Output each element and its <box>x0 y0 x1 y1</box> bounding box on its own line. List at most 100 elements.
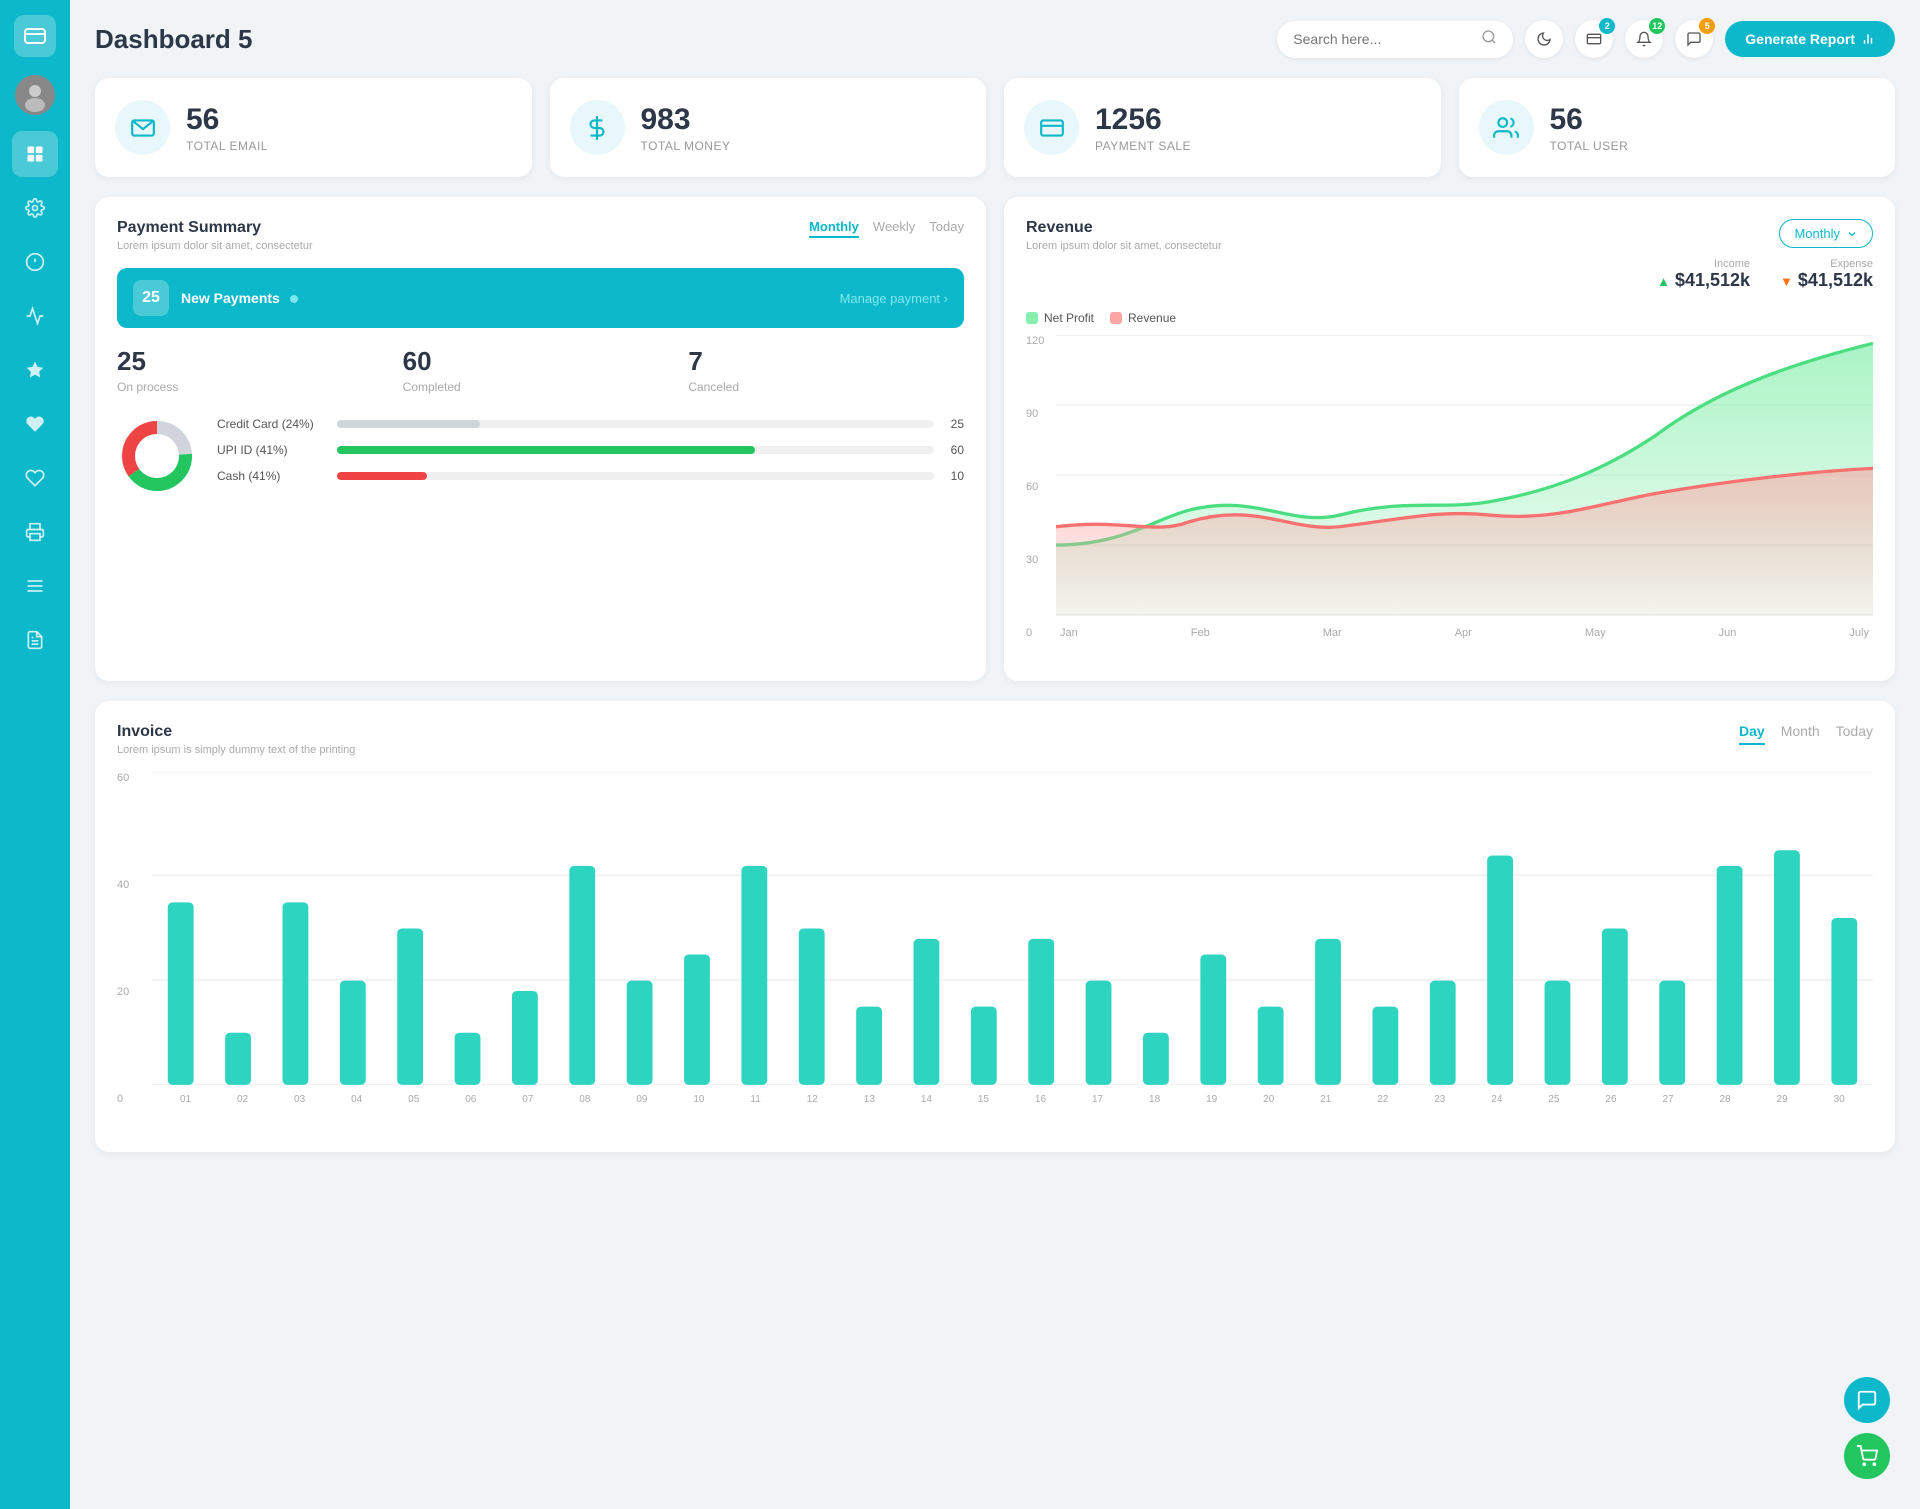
payment-bars: Credit Card (24%) 25 UPI ID (41%) 60 <box>217 417 964 495</box>
completed-label: Completed <box>403 380 679 394</box>
metrics-row: 25 On process 60 Completed 7 Canceled <box>117 346 964 394</box>
sidebar-item-docs[interactable] <box>12 617 58 663</box>
on-process-label: On process <box>117 380 393 394</box>
pm-upi-value: 60 <box>944 443 964 457</box>
expense-value: ▼ $41,512k <box>1780 270 1873 291</box>
donut-chart <box>117 416 197 496</box>
sidebar-item-menu[interactable] <box>12 563 58 609</box>
bar-x-label: 03 <box>294 1094 305 1105</box>
bar-x-label: 02 <box>237 1094 248 1105</box>
stat-money-info: 983 TOTAL MONEY <box>641 103 731 153</box>
bar-x-label: 07 <box>522 1094 533 1105</box>
stat-money-number: 983 <box>641 103 731 137</box>
bar-x-label: 15 <box>978 1094 989 1105</box>
revenue-header: Revenue Lorem ipsum dolor sit amet, cons… <box>1026 219 1873 299</box>
manage-payment-link[interactable]: Manage payment › <box>840 291 948 306</box>
revenue-svg <box>1056 335 1873 618</box>
revenue-titles: Revenue Lorem ipsum dolor sit amet, cons… <box>1026 219 1222 252</box>
chat-button[interactable]: 5 <box>1675 20 1713 58</box>
stat-email-label: TOTAL EMAIL <box>186 139 268 153</box>
invoice-x-labels: 0102030405060708091011121314151617181920… <box>152 1094 1873 1105</box>
metric-completed: 60 Completed <box>403 346 679 394</box>
invoice-subtitle: Lorem ipsum is simply dummy text of the … <box>117 744 355 756</box>
payment-methods: Credit Card (24%) 25 UPI ID (41%) 60 <box>117 416 964 496</box>
generate-report-label: Generate Report <box>1745 31 1855 47</box>
middle-row: Payment Summary Lorem ipsum dolor sit am… <box>95 197 1895 681</box>
revenue-subtitle: Lorem ipsum dolor sit amet, consectetur <box>1026 240 1222 252</box>
revenue-monthly-btn[interactable]: Monthly <box>1779 219 1873 248</box>
pm-creditcard-bar <box>337 420 480 428</box>
support-float-button[interactable] <box>1844 1377 1890 1423</box>
revenue-card: Revenue Lorem ipsum dolor sit amet, cons… <box>1004 197 1895 681</box>
invoice-svg <box>152 772 1873 1085</box>
sidebar-item-dashboard[interactable] <box>12 131 58 177</box>
sidebar-item-analytics[interactable] <box>12 293 58 339</box>
notification-badge: 12 <box>1649 18 1665 34</box>
revenue-title: Revenue <box>1026 219 1222 237</box>
income-block: Income ▲ $41,512k <box>1657 258 1750 291</box>
legend-netprofit-label: Net Profit <box>1044 311 1094 325</box>
invoice-titles: Invoice Lorem ipsum is simply dummy text… <box>117 723 355 756</box>
canceled-number: 7 <box>688 346 964 377</box>
new-payments-count: 25 <box>133 280 169 316</box>
sidebar <box>0 0 70 1509</box>
stat-user-label: TOTAL USER <box>1550 139 1629 153</box>
invoice-tab-today[interactable]: Today <box>1836 723 1873 745</box>
sidebar-item-info[interactable] <box>12 239 58 285</box>
sidebar-item-love[interactable] <box>12 455 58 501</box>
cart-float-button[interactable] <box>1844 1433 1890 1479</box>
metric-canceled: 7 Canceled <box>688 346 964 394</box>
bar-x-label: 04 <box>351 1094 362 1105</box>
tab-monthly[interactable]: Monthly <box>809 219 859 238</box>
invoice-tab-day[interactable]: Day <box>1739 723 1765 745</box>
pm-creditcard-bar-wrap <box>337 420 934 428</box>
pm-creditcard-label: Credit Card (24%) <box>217 417 327 431</box>
theme-toggle-button[interactable] <box>1525 20 1563 58</box>
sidebar-item-star[interactable] <box>12 347 58 393</box>
bar-x-label: 11 <box>750 1094 760 1105</box>
pm-row-upi: UPI ID (41%) 60 <box>217 443 964 457</box>
bar-x-label: 24 <box>1491 1094 1502 1105</box>
pm-creditcard-value: 25 <box>944 417 964 431</box>
sidebar-item-settings[interactable] <box>12 185 58 231</box>
header: Dashboard 5 2 <box>95 20 1895 58</box>
revenue-dot <box>1110 312 1122 324</box>
bar-x-label: 13 <box>864 1094 875 1105</box>
bar-x-label: 29 <box>1777 1094 1788 1105</box>
avatar[interactable] <box>15 75 55 115</box>
bar-x-label: 08 <box>579 1094 590 1105</box>
invoice-title: Invoice <box>117 723 355 741</box>
payment-icon <box>1024 100 1079 155</box>
bar-x-label: 23 <box>1434 1094 1445 1105</box>
bar-x-label: 12 <box>807 1094 818 1105</box>
metric-on-process: 25 On process <box>117 346 393 394</box>
new-payments-label: New Payments <box>181 290 298 306</box>
money-icon <box>570 100 625 155</box>
invoice-bar-chart: 60 40 20 0 01020304050607080910111213141… <box>117 772 1873 1130</box>
generate-report-button[interactable]: Generate Report <box>1725 21 1895 57</box>
sidebar-logo[interactable] <box>14 15 56 57</box>
legend-netprofit: Net Profit <box>1026 311 1094 325</box>
invoice-tab-month[interactable]: Month <box>1781 723 1820 745</box>
notification-button[interactable]: 12 <box>1625 20 1663 58</box>
stat-payment-number: 1256 <box>1095 103 1191 137</box>
sidebar-item-favorites[interactable] <box>12 401 58 447</box>
payment-summary-subtitle: Lorem ipsum dolor sit amet, consectetur <box>117 240 313 252</box>
sidebar-item-print[interactable] <box>12 509 58 555</box>
pm-cash-bar <box>337 472 427 480</box>
payment-summary-titles: Payment Summary Lorem ipsum dolor sit am… <box>117 219 313 252</box>
tab-today[interactable]: Today <box>929 219 964 238</box>
income-value: ▲ $41,512k <box>1657 270 1750 291</box>
tab-weekly[interactable]: Weekly <box>873 219 915 238</box>
bar-x-label: 19 <box>1206 1094 1217 1105</box>
pm-cash-bar-wrap <box>337 472 934 480</box>
wallet-button[interactable]: 2 <box>1575 20 1613 58</box>
search-input[interactable] <box>1293 31 1473 47</box>
pm-upi-bar <box>337 446 755 454</box>
search-box <box>1277 21 1513 58</box>
expense-label: Expense <box>1780 258 1873 270</box>
header-right: 2 12 5 Generate Report <box>1277 20 1895 58</box>
stat-payment-info: 1256 PAYMENT SALE <box>1095 103 1191 153</box>
revenue-chart: 120 90 60 30 0 <box>1026 335 1873 659</box>
bar-x-label: 09 <box>636 1094 647 1105</box>
